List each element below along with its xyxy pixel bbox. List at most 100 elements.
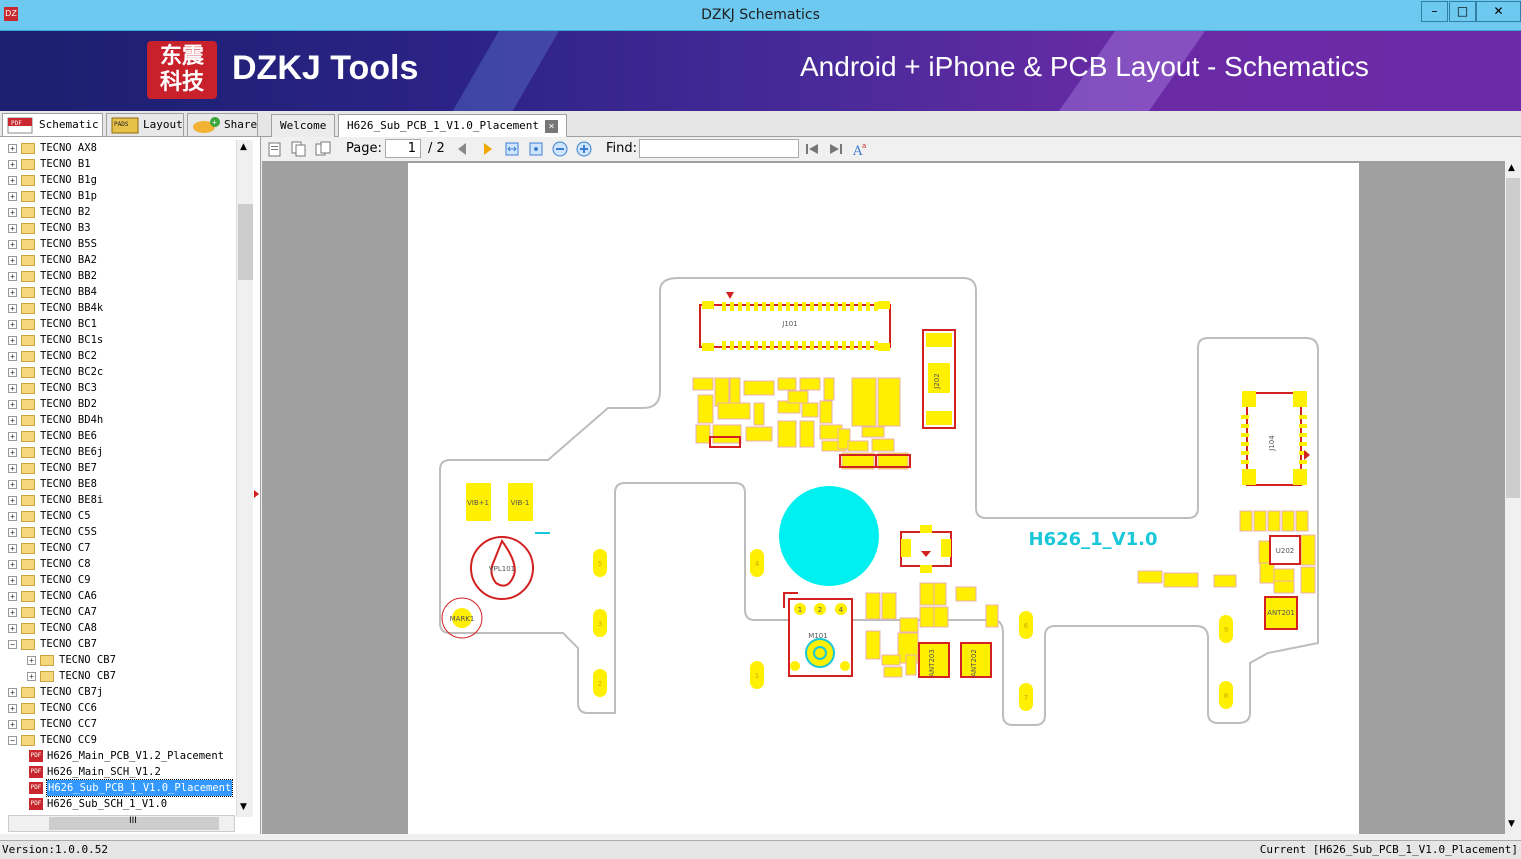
expand-icon[interactable]: + <box>8 400 17 409</box>
expand-icon[interactable]: + <box>8 480 17 489</box>
close-button[interactable]: ✕ <box>1476 1 1521 22</box>
tree-folder-item[interactable]: + TECNO BB4 <box>0 284 236 300</box>
tree-folder-item[interactable]: − TECNO CC9 <box>0 732 236 748</box>
tree-folder-item[interactable]: + TECNO BC2c <box>0 364 236 380</box>
tree-folder-item[interactable]: + TECNO B3 <box>0 220 236 236</box>
collapse-icon[interactable]: − <box>8 640 17 649</box>
expand-icon[interactable]: + <box>27 656 36 665</box>
expand-icon[interactable]: + <box>8 512 17 521</box>
tree-horizontal-scrollbar[interactable]: III <box>8 815 235 832</box>
scroll-thumb[interactable]: III <box>49 816 219 830</box>
document-viewer[interactable]: J101 J202 VIB+1 VIB-1 VPL101 MARK1 1 2 4… <box>262 161 1507 834</box>
tree-folder-item[interactable]: + TECNO B2 <box>0 204 236 220</box>
expand-icon[interactable]: + <box>8 688 17 697</box>
open-file-icon[interactable] <box>267 141 283 157</box>
expand-icon[interactable]: + <box>8 592 17 601</box>
next-page-icon[interactable] <box>480 141 496 157</box>
expand-icon[interactable]: + <box>8 432 17 441</box>
fit-width-icon[interactable] <box>504 141 520 157</box>
minimize-button[interactable]: – <box>1421 1 1448 22</box>
expand-icon[interactable]: + <box>8 464 17 473</box>
maximize-button[interactable]: □ <box>1449 1 1476 22</box>
fit-page-icon[interactable] <box>528 141 544 157</box>
tree-folder-item[interactable]: + TECNO BE8i <box>0 492 236 508</box>
expand-icon[interactable]: + <box>8 720 17 729</box>
expand-icon[interactable]: + <box>8 496 17 505</box>
tree-vertical-scrollbar[interactable]: ▲ ▼ <box>236 140 253 817</box>
tree-folder-item[interactable]: + TECNO BE7 <box>0 460 236 476</box>
tree-file-item[interactable]: PDF H626_Sub_SCH_1_V1.0 <box>0 796 236 812</box>
scroll-thumb[interactable] <box>1506 178 1520 498</box>
tree-folder-item[interactable]: + TECNO B1 <box>0 156 236 172</box>
expand-icon[interactable]: + <box>8 448 17 457</box>
tree-folder-item[interactable]: + TECNO BC1s <box>0 332 236 348</box>
expand-icon[interactable]: + <box>8 304 17 313</box>
tree-folder-item[interactable]: + TECNO C8 <box>0 556 236 572</box>
expand-icon[interactable]: + <box>8 272 17 281</box>
tab-share[interactable]: + Share <box>187 113 258 136</box>
tree-folder-item[interactable]: + TECNO C7 <box>0 540 236 556</box>
tree-folder-item[interactable]: + TECNO CB7 <box>0 652 236 668</box>
zoom-in-icon[interactable] <box>576 141 592 157</box>
tree-folder-item[interactable]: + TECNO C9 <box>0 572 236 588</box>
expand-icon[interactable]: + <box>8 160 17 169</box>
tab-welcome[interactable]: Welcome <box>271 114 336 137</box>
tree-folder-item[interactable]: + TECNO C5 <box>0 508 236 524</box>
expand-icon[interactable]: + <box>8 704 17 713</box>
match-case-icon[interactable]: Aa <box>852 141 868 157</box>
expand-icon[interactable]: + <box>8 208 17 217</box>
splitter-collapse-icon[interactable] <box>254 490 259 498</box>
tree-folder-item[interactable]: + TECNO CC6 <box>0 700 236 716</box>
expand-icon[interactable]: + <box>8 560 17 569</box>
tree-folder-item[interactable]: + TECNO CA8 <box>0 620 236 636</box>
tree-folder-item[interactable]: + TECNO BC3 <box>0 380 236 396</box>
tree-folder-item[interactable]: + TECNO B1g <box>0 172 236 188</box>
tree-folder-item[interactable]: + TECNO BA2 <box>0 252 236 268</box>
expand-icon[interactable]: + <box>8 416 17 425</box>
tree-folder-item[interactable]: + TECNO BC2 <box>0 348 236 364</box>
pages-icon[interactable] <box>315 141 331 157</box>
tree-folder-item[interactable]: + TECNO C5S <box>0 524 236 540</box>
tree-folder-item[interactable]: + TECNO BE6 <box>0 428 236 444</box>
expand-icon[interactable]: + <box>8 336 17 345</box>
tree-folder-item[interactable]: + TECNO CB7j <box>0 684 236 700</box>
expand-icon[interactable]: + <box>8 368 17 377</box>
expand-icon[interactable]: + <box>8 320 17 329</box>
expand-icon[interactable]: + <box>8 192 17 201</box>
expand-icon[interactable]: + <box>8 176 17 185</box>
scroll-up-icon[interactable]: ▲ <box>1508 163 1515 173</box>
expand-icon[interactable]: + <box>8 352 17 361</box>
zoom-out-icon[interactable] <box>552 141 568 157</box>
expand-icon[interactable]: + <box>27 672 36 681</box>
expand-icon[interactable]: + <box>8 288 17 297</box>
tab-h626-sub-pcb[interactable]: H626_Sub_PCB_1_V1.0_Placement × <box>338 114 568 137</box>
expand-icon[interactable]: + <box>8 608 17 617</box>
scroll-down-icon[interactable]: ▼ <box>1508 819 1515 829</box>
copy-icon[interactable] <box>291 141 307 157</box>
find-next-icon[interactable] <box>828 141 844 157</box>
find-prev-icon[interactable] <box>804 141 820 157</box>
tree-folder-item[interactable]: + TECNO BE8 <box>0 476 236 492</box>
tree-folder-item[interactable]: − TECNO CB7 <box>0 636 236 652</box>
tree-folder-item[interactable]: + TECNO BD2 <box>0 396 236 412</box>
close-tab-icon[interactable]: × <box>545 119 559 133</box>
expand-icon[interactable]: + <box>8 144 17 153</box>
expand-icon[interactable]: + <box>8 544 17 553</box>
expand-icon[interactable]: + <box>8 224 17 233</box>
scroll-down-icon[interactable]: ▼ <box>240 802 247 812</box>
expand-icon[interactable]: + <box>8 240 17 249</box>
tree-file-item[interactable]: PDF H626_Main_SCH_V1.2 <box>0 764 236 780</box>
expand-icon[interactable]: + <box>8 384 17 393</box>
tree-folder-item[interactable]: + TECNO B1p <box>0 188 236 204</box>
tree-folder-item[interactable]: + TECNO BE6j <box>0 444 236 460</box>
tab-layout[interactable]: PADS Layout <box>106 113 184 136</box>
tree-folder-item[interactable]: + TECNO CB7 <box>0 668 236 684</box>
expand-icon[interactable]: + <box>8 256 17 265</box>
tree-folder-item[interactable]: + TECNO AX8 <box>0 140 236 156</box>
expand-icon[interactable]: + <box>8 528 17 537</box>
page-number-input[interactable]: 1 <box>385 139 421 158</box>
tree-file-item[interactable]: PDF H626_Main_PCB_V1.2_Placement <box>0 748 236 764</box>
tab-schematic[interactable]: PDF Schematic <box>2 113 103 136</box>
scroll-up-icon[interactable]: ▲ <box>240 142 247 152</box>
tree-folder-item[interactable]: + TECNO CC7 <box>0 716 236 732</box>
